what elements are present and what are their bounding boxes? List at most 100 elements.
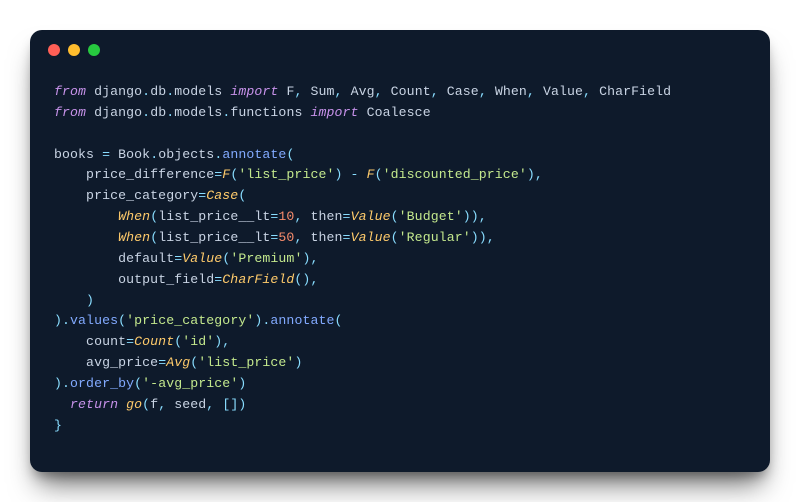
code-token: CharField	[222, 272, 294, 287]
code-token: )	[54, 293, 94, 308]
code-token	[54, 397, 70, 412]
code-token: '-avg_price'	[142, 376, 238, 391]
code-token: django	[94, 105, 142, 120]
code-token	[54, 230, 118, 245]
code-token: When	[118, 209, 150, 224]
code-token: (	[142, 397, 150, 412]
close-icon[interactable]	[48, 44, 60, 56]
code-token: ,	[294, 209, 310, 224]
code-token: 'Regular'	[399, 230, 471, 245]
code-token: When	[118, 230, 150, 245]
code-token: (	[134, 376, 142, 391]
code-token: )	[238, 397, 246, 412]
titlebar	[30, 30, 770, 70]
code-token: annotate	[270, 313, 334, 328]
code-token: }	[54, 418, 62, 433]
code-line: output_field=CharField(),	[54, 270, 746, 291]
code-token: Avg	[351, 84, 375, 99]
code-token: =	[126, 334, 134, 349]
code-token: order_by	[70, 376, 134, 391]
code-token: ,	[431, 84, 447, 99]
code-token: 'id'	[182, 334, 214, 349]
code-token: Value	[351, 230, 391, 245]
code-line: books = Book.objects.annotate(	[54, 145, 746, 166]
code-token: (),	[294, 272, 318, 287]
code-token: import	[310, 105, 366, 120]
code-token: books	[54, 147, 102, 162]
code-token	[54, 209, 118, 224]
code-line: avg_price=Avg('list_price')	[54, 353, 746, 374]
code-token: .	[62, 313, 70, 328]
code-token: )),	[463, 209, 487, 224]
code-token: )	[294, 355, 302, 370]
code-token: =	[158, 355, 166, 370]
code-line: price_category=Case(	[54, 186, 746, 207]
code-token: 'Budget'	[399, 209, 463, 224]
code-token: from	[54, 84, 94, 99]
code-token: (	[150, 230, 158, 245]
code-line: When(list_price__lt=50, then=Value('Regu…	[54, 228, 746, 249]
code-token: 10	[278, 209, 294, 224]
code-token: Value	[543, 84, 583, 99]
code-token: objects	[158, 147, 214, 162]
code-token: ),	[214, 334, 230, 349]
code-token: import	[230, 84, 286, 99]
code-token: (	[118, 313, 126, 328]
code-token: 'Premium'	[230, 251, 302, 266]
code-window: from django.db.models import F, Sum, Avg…	[30, 30, 770, 472]
code-token: 'list_price'	[238, 167, 334, 182]
code-token: Case	[206, 188, 238, 203]
code-token: CharField	[599, 84, 671, 99]
code-token: ,	[294, 84, 310, 99]
minimize-icon[interactable]	[68, 44, 80, 56]
code-token: ,	[158, 397, 174, 412]
code-token: default	[54, 251, 174, 266]
code-token: from	[54, 105, 94, 120]
code-line: default=Value('Premium'),	[54, 249, 746, 270]
code-token: Count	[391, 84, 431, 99]
code-token: .	[150, 147, 158, 162]
code-token: go	[126, 397, 142, 412]
code-line: }	[54, 416, 746, 437]
code-token: F	[367, 167, 375, 182]
code-token: then	[310, 209, 342, 224]
code-token: seed	[174, 397, 206, 412]
code-line: price_difference=F('list_price') - F('di…	[54, 165, 746, 186]
code-token: .	[142, 84, 150, 99]
code-token: django	[94, 84, 142, 99]
code-token: output_field	[54, 272, 214, 287]
code-token: ,	[479, 84, 495, 99]
code-token: (	[150, 209, 158, 224]
code-token: functions	[230, 105, 310, 120]
code-token: ),	[302, 251, 318, 266]
code-token: ,	[294, 230, 310, 245]
code-token: price_category	[54, 188, 198, 203]
code-line: return go(f, seed, [])	[54, 395, 746, 416]
code-token: ,	[583, 84, 599, 99]
code-token: 'price_category'	[126, 313, 254, 328]
code-token: .	[142, 105, 150, 120]
code-token: models	[174, 105, 222, 120]
code-token: When	[495, 84, 527, 99]
code-token: list_price__lt	[158, 209, 270, 224]
zoom-icon[interactable]	[88, 44, 100, 56]
code-token: (	[391, 209, 399, 224]
code-token: =	[102, 147, 118, 162]
code-token: Coalesce	[367, 105, 431, 120]
code-token: (	[375, 167, 383, 182]
code-token: ,	[375, 84, 391, 99]
code-token: models	[174, 84, 230, 99]
code-token: db	[150, 84, 166, 99]
code-token: =	[343, 230, 351, 245]
code-token: return	[70, 397, 126, 412]
code-token: .	[62, 376, 70, 391]
code-line: When(list_price__lt=10, then=Value('Budg…	[54, 207, 746, 228]
code-token: ,	[335, 84, 351, 99]
code-token: 'discounted_price'	[383, 167, 527, 182]
code-token: (	[286, 147, 294, 162]
code-line: from django.db.models.functions import C…	[54, 103, 746, 124]
code-line	[54, 124, 746, 145]
code-token: =	[343, 209, 351, 224]
code-line: count=Count('id'),	[54, 332, 746, 353]
code-token: price_difference	[54, 167, 214, 182]
